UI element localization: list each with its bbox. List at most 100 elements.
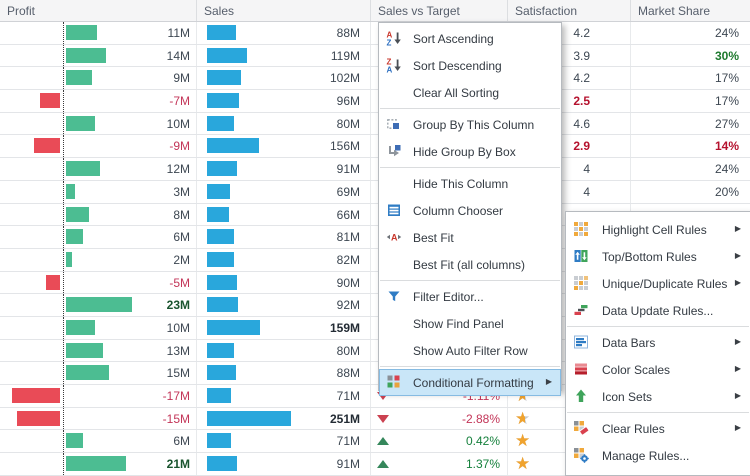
profit-value: 6M [173,434,190,449]
menu-item-label: Unique/Duplicate Rules [602,276,728,291]
menu-item-show-find-panel[interactable]: Show Find Panel [379,310,561,337]
table-row[interactable]: -7M 96M 2.5 17% [0,90,750,113]
profit-value: 6M [173,230,190,245]
svg-text:A: A [391,233,398,243]
menu-item-label: Clear Rules [602,421,665,436]
menu-item-label: Sort Ascending [413,31,494,46]
menu-item-clear-all-sorting[interactable]: Clear All Sorting [379,79,561,106]
menu-item-filter-editor[interactable]: Filter Editor... [379,283,561,310]
menu-item-column-chooser[interactable]: Column Chooser [379,197,561,224]
sales-cell: 119M [197,44,371,67]
star-fill: ★ [515,408,525,429]
menu-item-label: Best Fit (all columns) [413,257,526,272]
sales-data-bar [207,433,231,449]
menu-item-icon-sets[interactable]: Icon Sets ▶ [566,383,750,410]
menu-item-best-fit-all-columns[interactable]: Best Fit (all columns) [379,251,561,278]
profit-zero-axis [63,294,64,316]
menu-item-best-fit[interactable]: A Best Fit [379,224,561,251]
menu-item-color-scales[interactable]: Color Scales ▶ [566,356,750,383]
sales-cell: 91M [197,453,371,475]
menu-item-label: Top/Bottom Rules [602,249,697,264]
menu-item-sort-descending[interactable]: Z A Sort Descending [379,52,561,79]
menu-item-hide-group-by-box[interactable]: Hide Group By Box [379,138,561,165]
sales-vs-target-cell: 1.37% [371,453,508,475]
market-share-cell: 20% [631,181,750,203]
profit-cell: 6M [0,226,197,248]
conditional-formatting-submenu: Highlight Cell Rules ▶ Top/Bottom Rules ▶ Un… [565,211,750,476]
menu-item-sort-ascending[interactable]: A Z Sort Ascending [379,25,561,52]
profit-zero-axis [63,271,64,294]
table-row[interactable]: 11M 88M 4.2 24% [0,22,750,45]
menu-item-highlight-cell-rules[interactable]: Highlight Cell Rules ▶ [566,216,750,243]
sales-cell: 156M [197,135,371,158]
profit-cell: 9M [0,67,197,90]
column-header-profit[interactable]: Profit [0,0,197,21]
profit-zero-axis [63,44,64,67]
sales-data-bar [207,410,292,426]
menu-item-unique-duplicate-rules[interactable]: Unique/Duplicate Rules ▶ [566,270,750,297]
market-share-value: 30% [714,48,739,63]
sales-value: 71M [336,389,360,403]
sales-value: 119M [330,48,360,63]
profit-zero-axis [63,385,64,407]
profit-data-bar [45,274,60,290]
menu-item-label: Column Chooser [413,203,504,218]
data-bars-icon [573,334,589,350]
sales-value: 91M [336,162,360,177]
profit-data-bar [66,70,92,86]
grid-header: Profit Sales Sales vs Target Satisfactio… [0,0,750,22]
menu-item-data-bars[interactable]: Data Bars ▶ [566,329,750,356]
table-row[interactable]: 3M 69M 4 20% [0,180,750,204]
profit-value: 12M [166,162,190,177]
sales-data-bar [207,206,230,222]
sales-value: 251M [329,411,360,426]
column-header-sales-vs-target[interactable]: Sales vs Target [371,0,508,21]
submenu-arrow-icon: ▶ [734,224,741,233]
profit-zero-axis [63,339,64,362]
sales-cell: 71M [197,430,371,453]
menu-item-label: Color Scales [602,362,671,377]
profit-data-bar [11,388,60,403]
profit-data-bar [66,161,101,177]
profit-cell: 3M [0,180,197,203]
sales-cell: 81M [197,226,371,248]
column-header-sales[interactable]: Sales [197,0,371,21]
menu-item-show-auto-filter-row[interactable]: Show Auto Filter Row [379,337,561,364]
group-by-column-icon [386,116,402,132]
profit-zero-axis [63,453,64,475]
menu-item-hide-this-column[interactable]: Hide This Column [379,170,561,197]
sales-data-bar [207,342,234,358]
market-share-cell: 14% [631,135,750,157]
profit-data-bar [34,138,60,154]
menu-item-label: Highlight Cell Rules [602,222,707,237]
profit-cell: 11M [0,22,197,44]
menu-item-top-bottom-rules[interactable]: Top/Bottom Rules ▶ [566,243,750,270]
satisfaction-value: 4.2 [573,26,590,40]
table-row[interactable]: -9M 156M 2.9 14% [0,135,750,159]
sales-data-bar [207,183,231,199]
sales-data-bar [207,93,240,109]
menu-item-clear-rules[interactable]: Clear Rules ▶ [566,415,750,442]
sales-value: 90M [336,275,360,290]
sales-cell: 69M [197,180,371,203]
sales-value: 71M [336,434,360,449]
menu-item-manage-rules[interactable]: Manage Rules... [566,442,750,469]
column-header-satisfaction[interactable]: Satisfaction [508,0,631,21]
table-row[interactable]: 9M 102M 4.2 17% [0,67,750,91]
sales-value: 82M [336,252,360,267]
star-icon: ★★ [515,408,535,429]
sort-descending-icon: ZA [386,57,402,73]
satisfaction-value: 2.9 [573,139,590,154]
profit-data-bar [66,251,72,267]
table-row[interactable]: 12M 91M 4 24% [0,158,750,181]
table-row[interactable]: 14M 119M 3.9 30% [0,44,750,68]
column-header-market-share[interactable]: Market Share [631,0,750,21]
profit-cell: 15M [0,362,197,384]
table-row[interactable]: 10M 80M 4.6 27% [0,112,750,136]
menu-separator [380,280,560,281]
sales-value: 96M [336,94,360,109]
menu-item-conditional-formatting[interactable]: Conditional Formatting ▶ [379,369,561,396]
menu-item-group-by-this-column[interactable]: Group By This Column [379,111,561,138]
sales-vs-target-cell: 0.42% [371,430,508,453]
menu-item-data-update-rules[interactable]: Data Update Rules... [566,297,750,324]
